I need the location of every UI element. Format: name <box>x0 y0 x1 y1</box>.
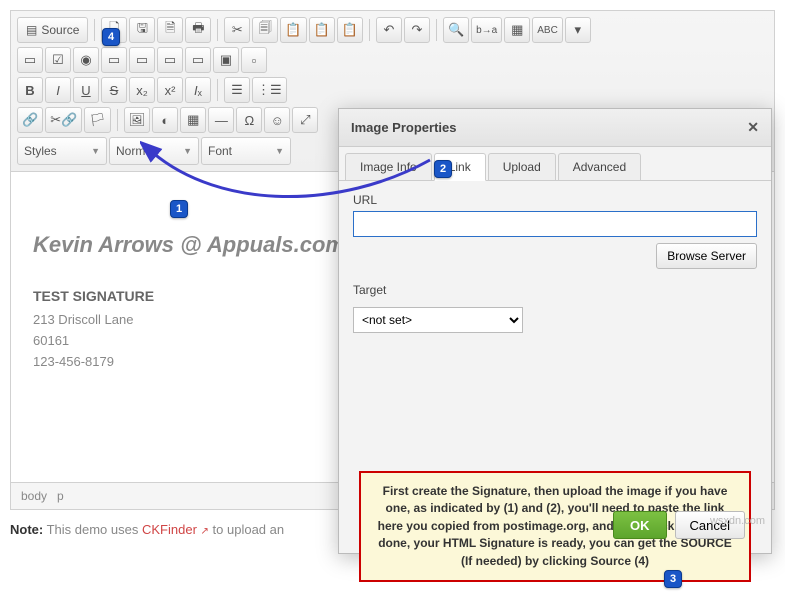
table-icon[interactable]: ▦ <box>180 107 206 133</box>
cut-icon[interactable]: ✂ <box>224 17 250 43</box>
target-label: Target <box>353 283 757 297</box>
selectall-icon[interactable]: ▦ <box>504 17 530 43</box>
external-link-icon: ↗ <box>201 526 209 537</box>
strike-icon[interactable]: S <box>101 77 127 103</box>
spellcheck-icon[interactable]: ABC <box>532 17 563 43</box>
unlink-icon[interactable]: ✂🔗 <box>45 107 82 133</box>
font-dropdown[interactable]: Font ▼ <box>201 137 291 165</box>
anchor-icon[interactable]: 🏳 <box>84 107 111 133</box>
caret-icon: ▼ <box>275 146 284 156</box>
badge-2: 2 <box>434 160 452 178</box>
bulletlist-icon[interactable]: ⋮☰ <box>252 77 287 103</box>
superscript-icon[interactable]: x² <box>157 77 183 103</box>
specialchar-icon[interactable]: Ω <box>236 107 262 133</box>
numberlist-icon[interactable]: ☰ <box>224 77 250 103</box>
paste-icon[interactable]: 📋 <box>280 17 306 43</box>
button-icon[interactable]: ▭ <box>185 47 211 73</box>
paste-text-icon[interactable]: 📋 <box>309 17 335 43</box>
save-icon[interactable]: 🖫 <box>129 17 155 43</box>
tab-upload[interactable]: Upload <box>488 153 556 180</box>
watermark: wsxdn.com <box>710 515 765 527</box>
image-properties-dialog: Image Properties ✕ Image Info Link Uploa… <box>338 108 772 554</box>
copy-icon[interactable]: 🗐 <box>252 17 278 43</box>
undo-icon[interactable]: ↶ <box>376 17 402 43</box>
textarea-icon[interactable]: ▭ <box>129 47 155 73</box>
checkbox-icon[interactable]: ☑ <box>45 47 71 73</box>
removeformat-icon[interactable]: Iₓ <box>185 77 211 103</box>
hr-icon[interactable]: — <box>208 107 234 133</box>
dialog-body: URL Browse Server Target <not set> First… <box>339 181 771 553</box>
pagebreak-icon[interactable]: ⤢ <box>292 107 318 133</box>
source-button[interactable]: ▤ Source <box>17 17 88 43</box>
path-body[interactable]: body <box>21 489 47 503</box>
tab-image-info[interactable]: Image Info <box>345 153 432 180</box>
source-label: Source <box>41 23 79 37</box>
url-label: URL <box>353 193 757 207</box>
dialog-tabs: Image Info Link Upload Advanced <box>339 147 771 181</box>
dialog-titlebar[interactable]: Image Properties ✕ <box>339 109 771 147</box>
find-icon[interactable]: 🔍 <box>443 17 469 43</box>
paste-word-icon[interactable]: 📋 <box>337 17 363 43</box>
caret-icon: ▼ <box>183 146 192 156</box>
select-icon[interactable]: ▭ <box>157 47 183 73</box>
hidden-icon[interactable]: ▫ <box>241 47 267 73</box>
format-dropdown[interactable]: Normal ▼ <box>109 137 199 165</box>
ckfinder-link[interactable]: CKFinder ↗ <box>142 522 209 537</box>
ok-button[interactable]: OK <box>613 511 667 539</box>
print-icon[interactable]: 🖶 <box>185 17 211 43</box>
image-icon[interactable]: 🖼 <box>124 107 151 133</box>
badge-3: 3 <box>664 570 682 588</box>
underline-icon[interactable]: U <box>73 77 99 103</box>
target-select[interactable]: <not set> <box>353 307 523 333</box>
italic-icon[interactable]: I <box>45 77 71 103</box>
imagebutton-icon[interactable]: ▣ <box>213 47 239 73</box>
browse-server-button[interactable]: Browse Server <box>656 243 757 269</box>
redo-icon[interactable]: ↷ <box>404 17 430 43</box>
close-icon[interactable]: ✕ <box>747 119 759 136</box>
flash-icon[interactable]: ◐ <box>152 107 178 133</box>
dialog-title: Image Properties <box>351 120 457 135</box>
textfield-icon[interactable]: ▭ <box>101 47 127 73</box>
badge-4: 4 <box>102 28 120 46</box>
toolbar-caret-icon[interactable]: ▾ <box>565 17 591 43</box>
subscript-icon[interactable]: x₂ <box>129 77 155 103</box>
smiley-icon[interactable]: ☺ <box>264 107 290 133</box>
form-icon[interactable]: ▭ <box>17 47 43 73</box>
preview-icon[interactable]: 🗎 <box>157 17 183 43</box>
replace-icon[interactable]: b→a <box>471 17 502 43</box>
radio-icon[interactable]: ◉ <box>73 47 99 73</box>
caret-icon: ▼ <box>91 146 100 156</box>
link-icon[interactable]: 🔗 <box>17 107 43 133</box>
bold-icon[interactable]: B <box>17 77 43 103</box>
styles-dropdown[interactable]: Styles ▼ <box>17 137 107 165</box>
badge-1: 1 <box>170 200 188 218</box>
tab-advanced[interactable]: Advanced <box>558 153 641 180</box>
url-input[interactable] <box>353 211 757 237</box>
path-p[interactable]: p <box>57 489 64 503</box>
